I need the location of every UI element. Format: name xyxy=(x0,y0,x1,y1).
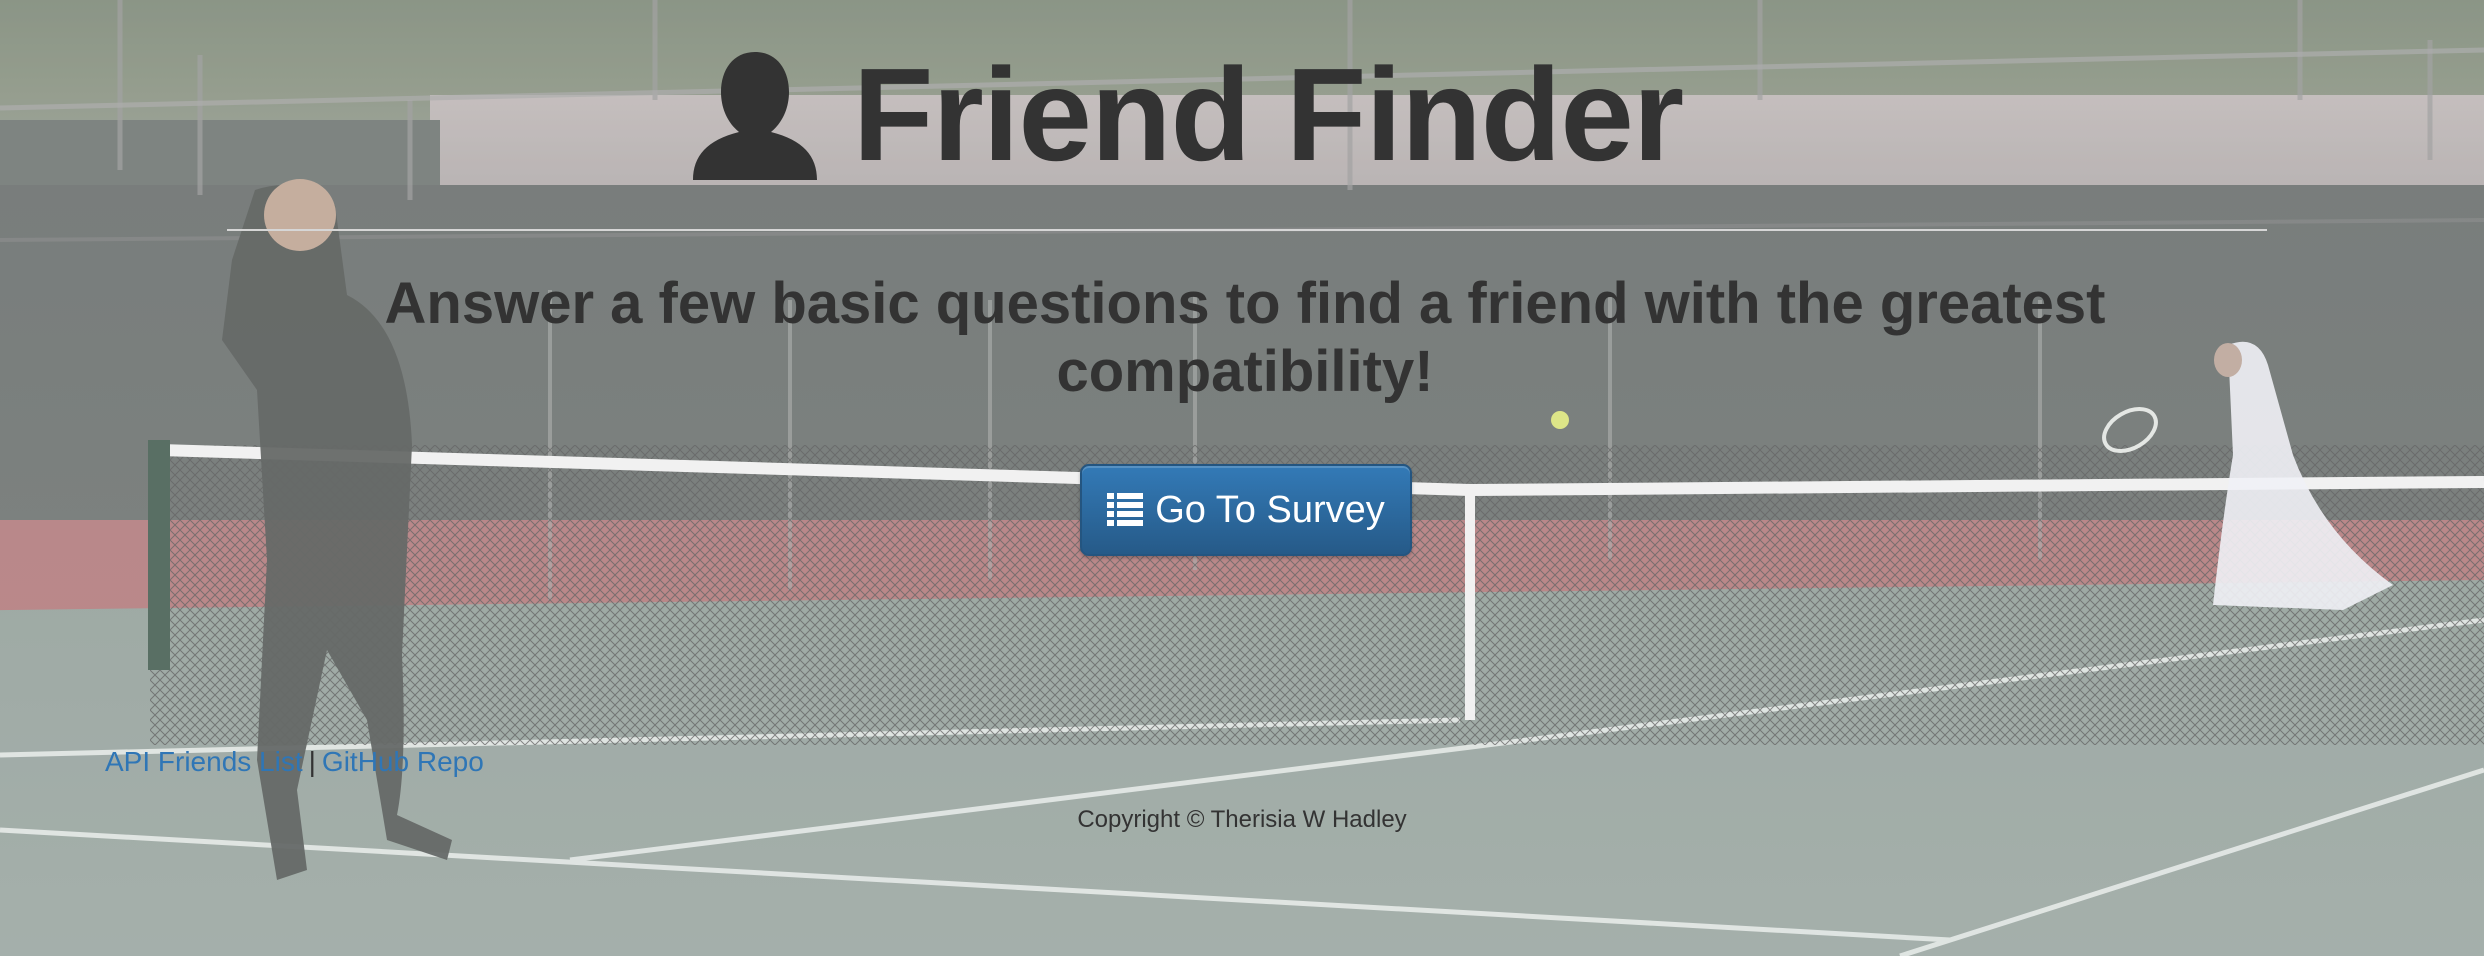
title-divider xyxy=(227,229,2267,231)
api-friends-list-link[interactable]: API Friends List xyxy=(105,746,303,777)
page-title: Friend Finder xyxy=(852,41,1684,188)
footer-links: API Friends List | GitHub Repo xyxy=(105,742,484,782)
go-to-survey-button[interactable]: Go To Survey xyxy=(1080,464,1412,556)
page-subtitle: Answer a few basic questions to find a f… xyxy=(384,271,2106,404)
page-content: Friend Finder Answer a few basic questio… xyxy=(0,0,2484,956)
link-separator: | xyxy=(308,746,316,777)
copyright-text: Copyright © Therisia W Hadley xyxy=(1077,806,1407,833)
survey-button-label: Go To Survey xyxy=(1155,488,1385,531)
user-icon xyxy=(692,52,817,180)
github-repo-link[interactable]: GitHub Repo xyxy=(322,746,484,777)
list-icon xyxy=(1107,493,1144,526)
page-header: Friend Finder xyxy=(0,40,2484,190)
